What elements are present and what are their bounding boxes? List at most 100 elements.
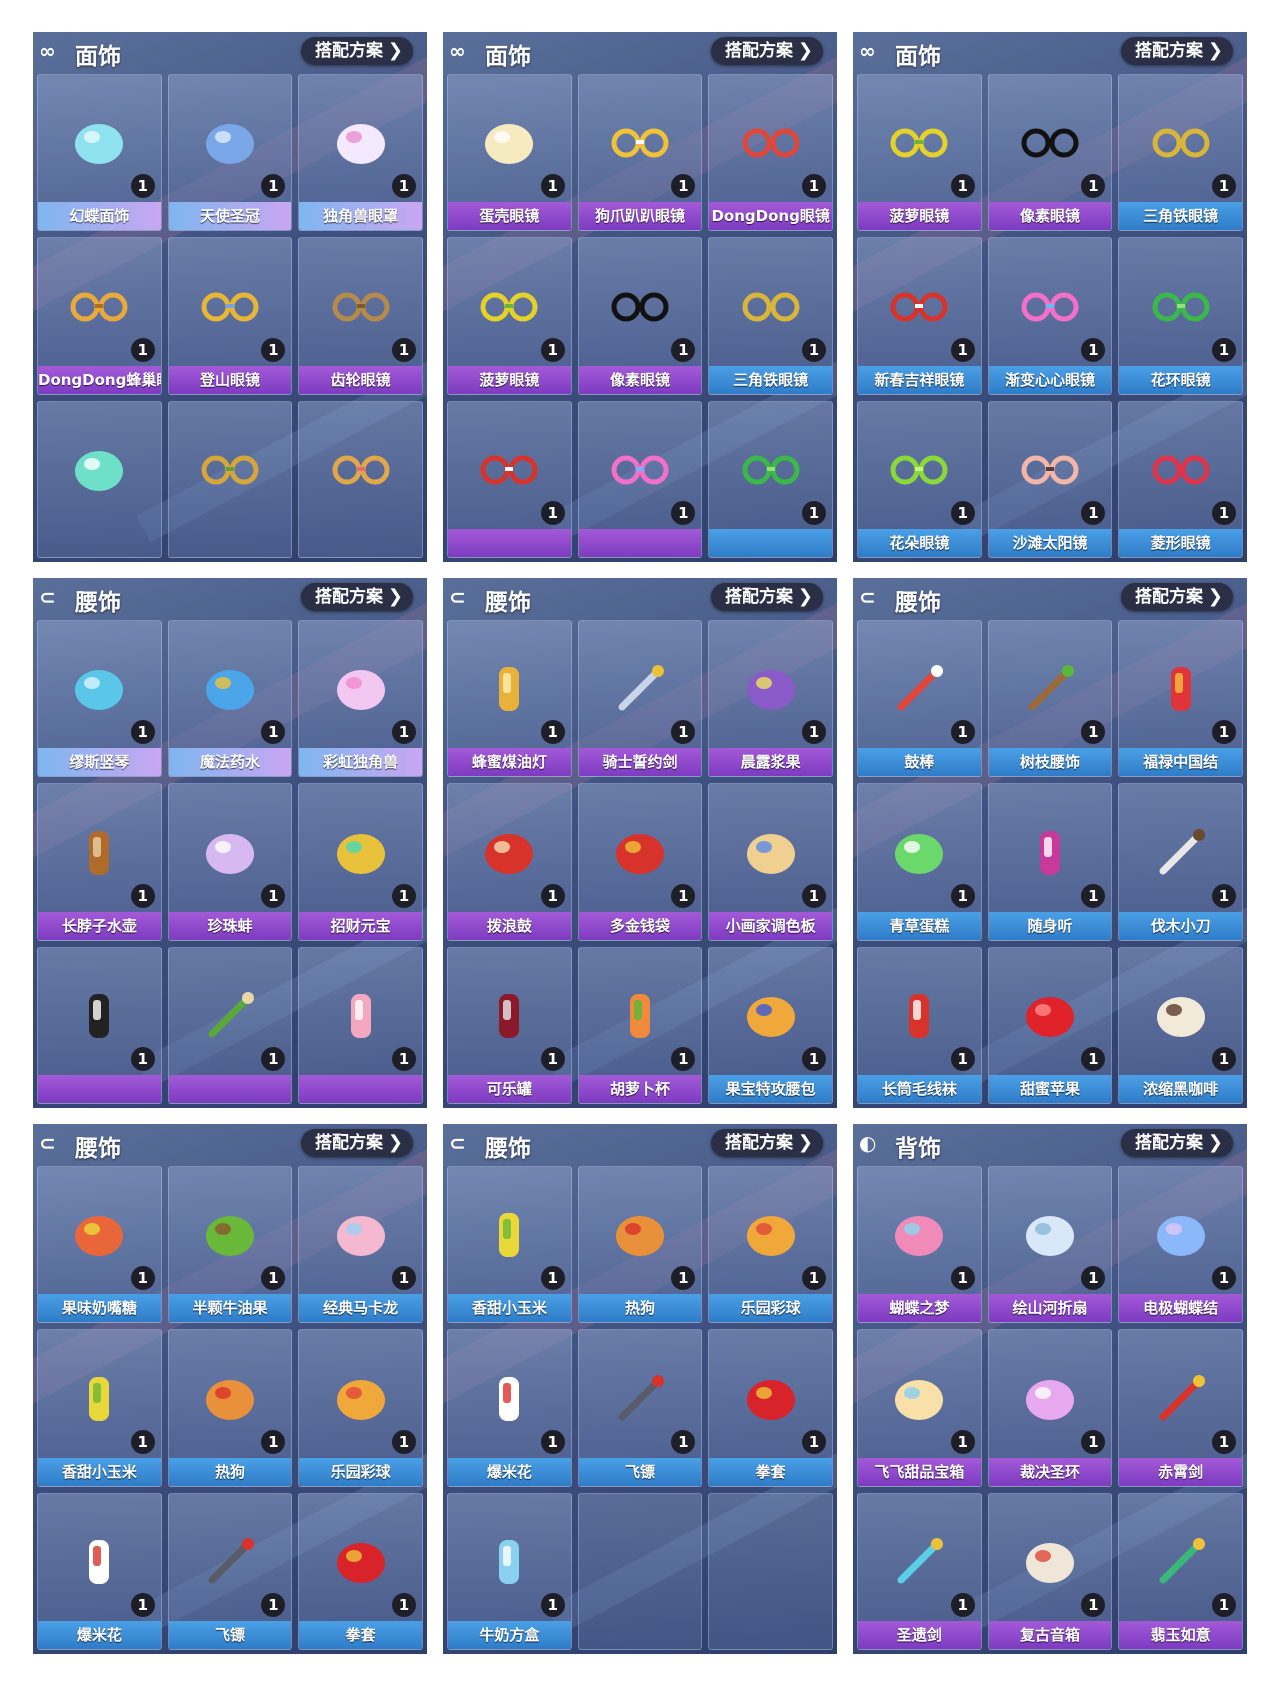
count-badge: 1 [391,337,416,362]
item-slot[interactable]: 1 像素眼镜 [577,237,703,395]
item-slot[interactable]: 1 赤霄剑 [1118,1329,1243,1487]
item-slot[interactable]: 1 乐园彩球 [298,1329,423,1487]
item-slot[interactable]: 1 飞镖 [577,1329,703,1487]
outfit-plan-button[interactable]: 搭配方案 ❯ [711,583,823,611]
item-slot[interactable] [167,400,293,558]
item-slot[interactable]: 1 牛奶方盒 [447,1492,572,1650]
item-slot[interactable]: 1 菠萝眼镜 [447,237,572,395]
item-slot[interactable]: 1 飞飞甜品宝箱 [857,1329,982,1487]
item-slot[interactable]: 1 招财元宝 [298,783,423,941]
item-slot[interactable]: 1 蝴蝶之梦 [857,1166,982,1324]
item-slot[interactable]: 1 新春吉祥眼镜 [857,237,982,395]
item-slot[interactable]: 1 缪斯竖琴 [37,620,162,778]
item-slot[interactable]: 1 多金钱袋 [577,783,703,941]
item-slot[interactable]: 1 彩虹独角兽 [298,620,423,778]
item-slot[interactable] [298,400,423,558]
item-slot[interactable]: 1 爆米花 [37,1492,162,1650]
item-slot[interactable]: 1 长筒毛线袜 [857,946,982,1104]
item-name-label: 幻蝶面饰 [38,202,161,231]
item-slot[interactable]: 1 香甜小玉米 [447,1166,572,1324]
item-slot[interactable]: 1 乐园彩球 [708,1166,833,1324]
leaf-glasses-icon [199,444,261,496]
item-slot[interactable]: 1 DongDong蜂巢眼镜 [37,237,162,395]
item-slot[interactable]: 1 骑士誓约剑 [577,620,703,778]
empty-slot [577,1492,703,1650]
item-slot[interactable]: 1 花朵眼镜 [857,400,982,558]
item-slot[interactable]: 1 沙滩太阳镜 [987,400,1113,558]
item-slot[interactable]: 1 果宝特攻腰包 [708,946,833,1104]
item-slot[interactable]: 1 像素眼镜 [987,74,1113,232]
item-slot[interactable]: 1 蜂蜜煤油灯 [447,620,572,778]
item-slot[interactable]: 1 拳套 [708,1329,833,1487]
item-slot[interactable]: 1 [167,946,293,1104]
item-slot[interactable]: 1 长脖子水壶 [37,783,162,941]
item-slot[interactable]: 1 青草蛋糕 [857,783,982,941]
item-slot[interactable]: 1 独角兽眼罩 [298,74,423,232]
item-slot[interactable]: 1 齿轮眼镜 [298,237,423,395]
item-slot[interactable]: 1 可乐罐 [447,946,572,1104]
outfit-plan-button[interactable]: 搭配方案 ❯ [1121,37,1233,65]
item-slot[interactable]: 1 绘山河折扇 [987,1166,1113,1324]
outfit-plan-button[interactable]: 搭配方案 ❯ [301,583,413,611]
item-slot[interactable]: 1 香甜小玉米 [37,1329,162,1487]
item-slot[interactable]: 1 飞镖 [167,1492,293,1650]
item-slot[interactable]: 1 天使圣冠 [167,74,293,232]
item-slot[interactable]: 1 [447,400,572,558]
outfit-plan-button[interactable]: 搭配方案 ❯ [1121,583,1233,611]
item-slot[interactable]: 1 电极蝴蝶结 [1118,1166,1243,1324]
item-slot[interactable]: 1 裁决圣环 [987,1329,1113,1487]
item-slot[interactable]: 1 浓缩黑咖啡 [1118,946,1243,1104]
item-slot[interactable]: 1 热狗 [577,1166,703,1324]
item-slot[interactable]: 1 翡玉如意 [1118,1492,1243,1650]
item-slot[interactable]: 1 花环眼镜 [1118,237,1243,395]
count-badge: 1 [1081,500,1106,525]
item-slot[interactable]: 1 幻蝶面饰 [37,74,162,232]
item-slot[interactable]: 1 拨浪鼓 [447,783,572,941]
category-title: 面饰 [485,44,531,70]
item-slot[interactable] [37,400,162,558]
item-slot[interactable]: 1 狗爪趴趴眼镜 [577,74,703,232]
item-slot[interactable]: 1 半颗牛油果 [167,1166,293,1324]
item-slot[interactable]: 1 伐木小刀 [1118,783,1243,941]
item-slot[interactable]: 1 DongDong眼镜 [708,74,833,232]
item-slot[interactable]: 1 热狗 [167,1329,293,1487]
popcorn-icon [68,1536,130,1588]
item-slot[interactable]: 1 随身听 [987,783,1113,941]
item-slot[interactable]: 1 渐变心心眼镜 [987,237,1113,395]
item-slot[interactable]: 1 圣遗剑 [857,1492,982,1650]
outfit-plan-button[interactable]: 搭配方案 ❯ [711,1129,823,1157]
item-slot[interactable]: 1 三角铁眼镜 [1118,74,1243,232]
item-slot[interactable]: 1 珍珠蚌 [167,783,293,941]
item-slot[interactable]: 1 拳套 [298,1492,423,1650]
item-slot[interactable]: 1 经典马卡龙 [298,1166,423,1324]
outfit-plan-button[interactable]: 搭配方案 ❯ [301,1129,413,1157]
item-slot[interactable]: 1 魔法药水 [167,620,293,778]
item-slot[interactable]: 1 复古音箱 [987,1492,1113,1650]
outfit-plan-button[interactable]: 搭配方案 ❯ [711,37,823,65]
item-slot[interactable]: 1 [577,400,703,558]
inventory-panel: ∞ 面饰 搭配方案❯ 1 幻蝶面饰 1 天使圣冠 1 独角兽眼罩 1 DongDong蜂巢眼镜 1 登山… [33,32,427,562]
item-slot[interactable]: 1 [708,400,833,558]
item-slot[interactable]: 1 鼓棒 [857,620,982,778]
item-slot[interactable]: 1 爆米花 [447,1329,572,1487]
halo-crown-icon [199,117,261,169]
count-badge: 1 [540,174,565,199]
item-slot[interactable]: 1 蛋壳眼镜 [447,74,572,232]
item-slot[interactable]: 1 小画家调色板 [708,783,833,941]
item-slot[interactable]: 1 福禄中国结 [1118,620,1243,778]
belt-icon: ⊂ [449,1131,466,1155]
item-slot[interactable]: 1 菠萝眼镜 [857,74,982,232]
item-slot[interactable]: 1 胡萝卜杯 [577,946,703,1104]
count-badge: 1 [950,720,975,745]
item-slot[interactable]: 1 果味奶嘴糖 [37,1166,162,1324]
item-slot[interactable]: 1 [298,946,423,1104]
item-slot[interactable]: 1 登山眼镜 [167,237,293,395]
item-slot[interactable]: 1 三角铁眼镜 [708,237,833,395]
outfit-plan-button[interactable]: 搭配方案 ❯ [1121,1129,1233,1157]
item-slot[interactable]: 1 菱形眼镜 [1118,400,1243,558]
item-slot[interactable]: 1 甜蜜苹果 [987,946,1113,1104]
item-slot[interactable]: 1 晨露浆果 [708,620,833,778]
outfit-plan-button[interactable]: 搭配方案 ❯ [301,37,413,65]
item-slot[interactable]: 1 [37,946,162,1104]
item-slot[interactable]: 1 树枝腰饰 [987,620,1113,778]
